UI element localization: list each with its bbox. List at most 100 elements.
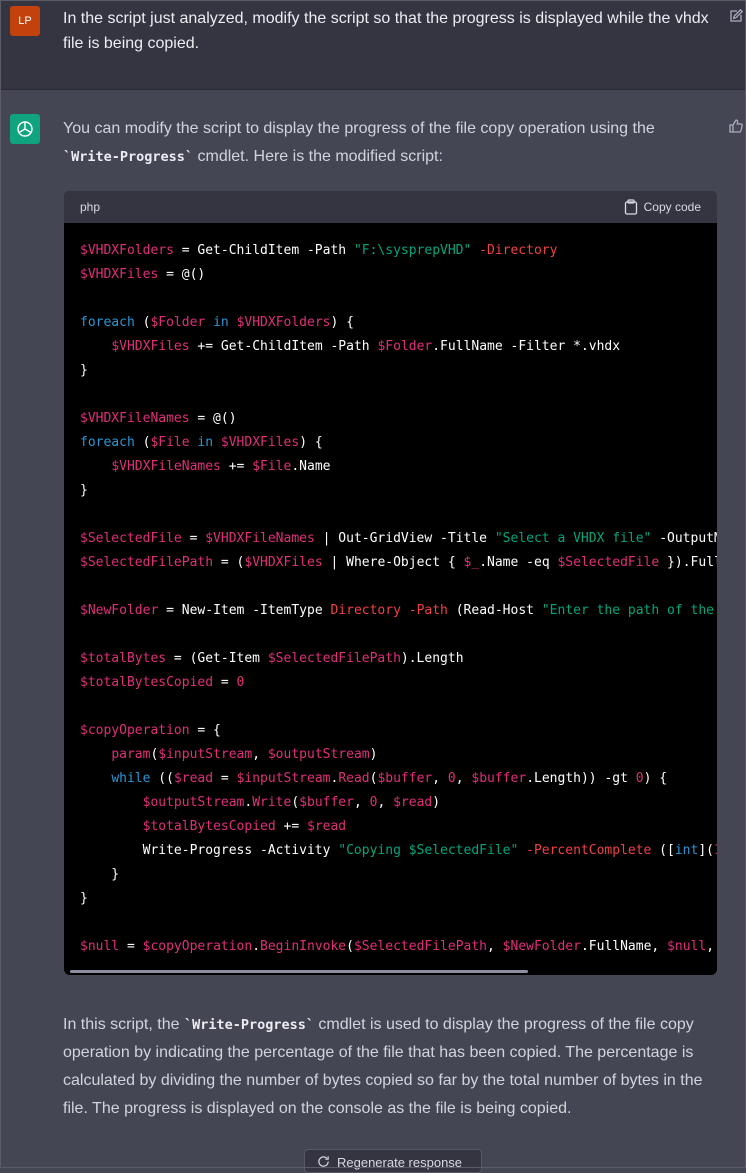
code-token: "Enter the path of the new folder" [541,603,714,618]
code-token: Write-Progress -Activity [80,843,339,858]
edit-icon[interactable] [728,8,744,24]
code-line: Write-Progress -Activity "Copying $Selec… [80,839,717,863]
code-token: $null [667,939,707,954]
code-token: $buffer [299,795,354,810]
code-token: $VHDXFolders [80,243,174,258]
code-token: = (Get-Item [166,651,268,666]
code-token: -OutputMode Single [659,531,717,546]
code-token: 100 [714,843,717,858]
code-token: .Name -eq [479,555,558,570]
code-line: $outputStream.Write($buffer, 0, $read) [80,791,717,815]
code-token: ) [369,747,378,762]
code-token: $NewFolder [502,939,581,954]
code-line: } [80,863,717,887]
code-token: $VHDXFiles [111,339,190,354]
intro-text-after: cmdlet. Here is the modified script: [193,148,443,165]
assistant-message: You can modify the script to display the… [0,90,746,1168]
user-message-text: In the script just analyzed, modify the … [63,10,709,52]
user-message: LP In the script just analyzed, modify t… [0,0,746,90]
code-token: ( [346,939,354,954]
code-token: -PercentComplete [526,843,652,858]
code-line: $SelectedFile = $VHDXFileNames | Out-Gri… [80,527,717,551]
code-token: .Name [291,459,331,474]
code-token: ( [134,315,151,330]
code-token: } [80,891,88,906]
regenerate-response-button[interactable]: Regenerate response [304,1149,482,1173]
code-token: "F:\sysprepVHD" [353,243,472,258]
code-line: $totalBytesCopied = 0 [80,671,717,695]
intro-text-before: You can modify the script to display the… [63,120,655,137]
assistant-outro-text: In this script, the `Write-Progress` cmd… [63,1011,713,1123]
code-token: , [706,939,715,954]
code-token: $copyOperation [142,939,253,954]
code-token: = [181,531,206,546]
code-line: param($inputStream, $outputStream) [80,743,717,767]
code-token: ]( [698,843,714,858]
code-token: "Copying $SelectedFile" [338,843,519,858]
code-token: $VHDXFiles [220,435,300,450]
code-token: $Folder [377,339,433,354]
code-line: while (($read = $inputStream.Read($buffe… [80,767,717,791]
code-token: | Out-GridView -Title [314,531,495,546]
code-token: = New-Item -ItemType [158,603,331,618]
code-token: $VHDXFileNames [80,411,190,426]
code-token: | Where-Object { [322,555,464,570]
code-token: ( [134,435,151,450]
code-token: $buffer [471,771,527,786]
code-token: while [111,771,151,786]
thumbs-up-icon[interactable] [728,118,744,134]
code-line: $copyOperation = { [80,719,717,743]
code-line: $null = $copyOperation.BeginInvoke($Sele… [80,935,717,959]
code-token: $VHDXFolders [236,315,331,330]
code-token: $buffer [377,771,433,786]
code-token: $VHDXFileNames [205,531,315,546]
code-token: ) [432,795,441,810]
code-block: php Copy code $VHDXFolders = Get-ChildIt… [64,191,717,975]
code-line: foreach ($File in $VHDXFiles) { [80,431,717,455]
code-line: $VHDXFiles = @() [80,263,717,287]
code-line: } [80,887,717,911]
code-token: $read [307,819,347,834]
code-token: Read [338,771,370,786]
code-token: $_ [463,555,480,570]
code-token: = ( [213,555,245,570]
code-token: in [205,315,237,330]
outro-inline-code: `Write-Progress` [183,1017,314,1033]
code-token: BeginInvoke [260,939,347,954]
code-token: $inputStream [236,771,331,786]
code-token: $SelectedFilePath [80,555,214,570]
code-token: = @() [158,267,206,282]
copy-code-label: Copy code [643,200,701,214]
code-line: $VHDXFileNames = @() [80,407,717,431]
code-token: = Get-ChildItem -Path [173,243,354,258]
code-token: foreach [80,315,135,330]
code-token: ).Length [400,651,464,666]
code-token: = { [189,723,221,738]
horizontal-scrollbar[interactable] [70,970,528,973]
code-token: $totalBytesCopied [80,675,214,690]
code-token: int [674,843,699,858]
code-line: $VHDXFiles += Get-ChildItem -Path $Folde… [80,335,717,359]
code-line: } [80,359,717,383]
user-avatar: LP [10,6,40,36]
code-token: , [432,771,448,786]
code-token: ) { [643,771,668,786]
clipboard-icon [624,199,637,215]
code-token: Directory [330,603,401,618]
copy-code-button[interactable]: Copy code [624,199,701,215]
code-line: $VHDXFileNames += $File.Name [80,455,717,479]
code-token: , [353,795,370,810]
code-token: $VHDXFileNames [111,459,221,474]
code-content: $VHDXFolders = Get-ChildItem -Path "F:\s… [64,223,717,959]
code-token: $SelectedFile [80,531,182,546]
code-token: }).FullName [667,555,717,570]
outro-text-before: In this script, the [63,1016,184,1033]
intro-inline-code: `Write-Progress` [63,149,194,165]
